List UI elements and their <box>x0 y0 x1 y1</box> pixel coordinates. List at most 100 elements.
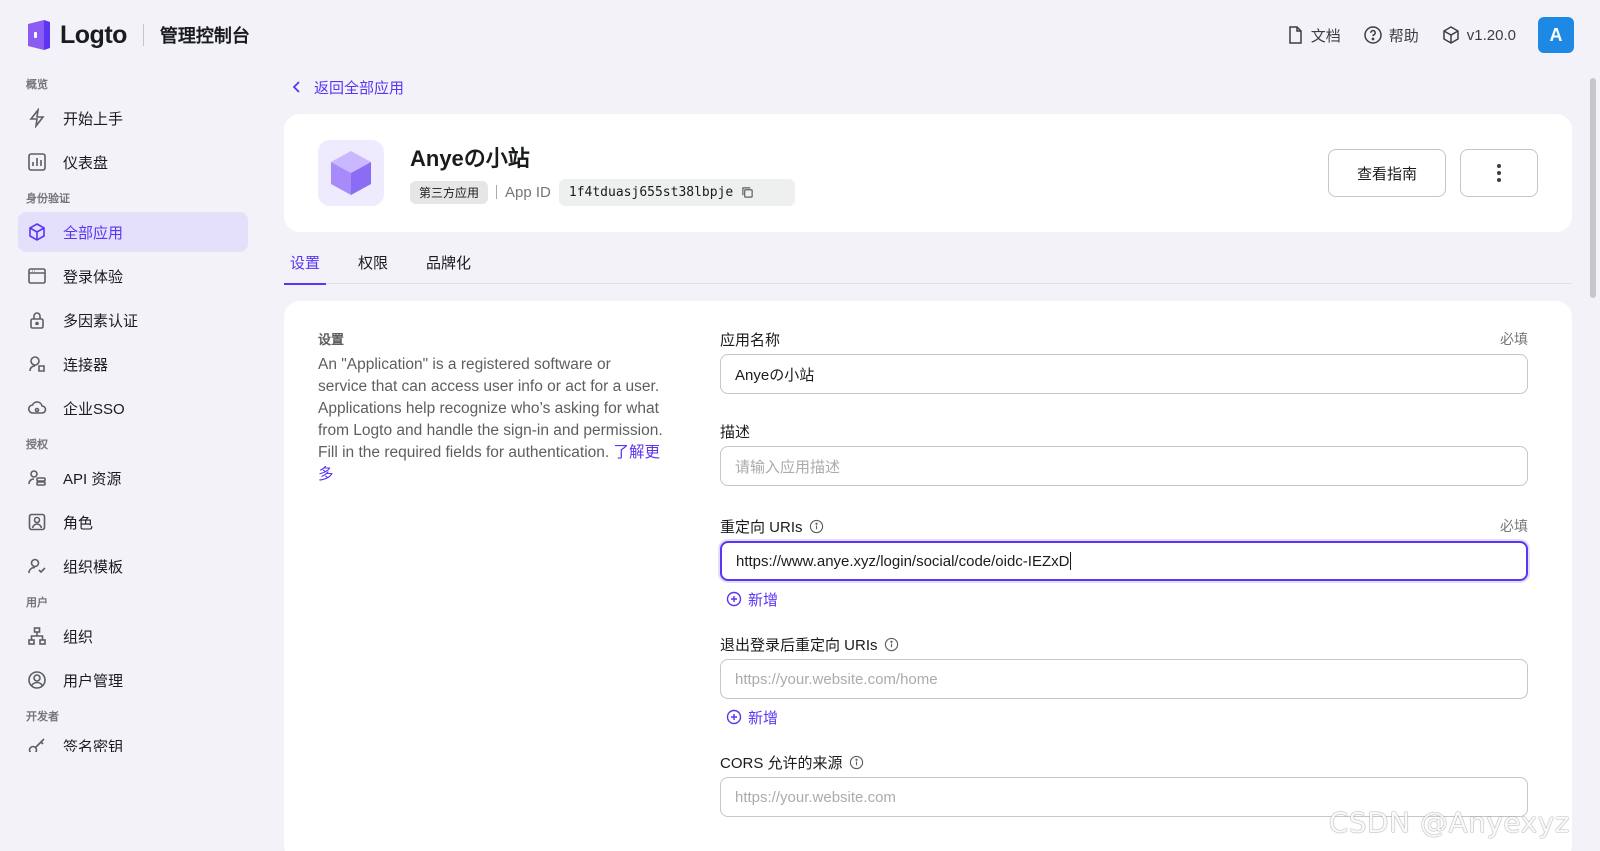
sidebar-item-label: 仪表盘 <box>63 154 109 172</box>
cors-placeholder: https://your.website.com <box>735 788 896 806</box>
post-logout-uri-placeholder: https://your.website.com/home <box>735 670 938 688</box>
add-post-logout-uri-button[interactable]: 新增 <box>720 707 1528 727</box>
plus-circle-icon <box>726 709 742 725</box>
info-icon[interactable] <box>809 519 824 534</box>
sidebar-group-authz: 授权 <box>26 439 48 451</box>
check-guide-button[interactable]: 查看指南 <box>1328 149 1446 197</box>
top-bar: Logto 管理控制台 文档 帮助 v1.20.0 A <box>0 0 1600 70</box>
app-name-input[interactable]: Anyeの小站 <box>720 354 1528 394</box>
logo[interactable]: Logto <box>26 20 127 50</box>
header-actions: 查看指南 <box>1328 149 1538 197</box>
lock-icon <box>30 312 44 329</box>
help-icon <box>1364 26 1382 44</box>
redirect-uris-field: 重定向 URIs 必填 https://www.anye.xyz/login/s… <box>720 516 1528 609</box>
user-template-icon <box>28 558 46 574</box>
docs-label: 文档 <box>1310 27 1341 45</box>
app-id-value: 1f4tduasj655st38lbpje <box>568 184 734 200</box>
sidebar-item-label: 全部应用 <box>63 224 124 242</box>
app-id-label: App ID <box>505 183 551 201</box>
sidebar-item-label: 登录体验 <box>63 268 124 286</box>
app-info: Anyeの小站 第三方应用 App ID 1f4tduasj655st38lbp… <box>410 141 795 206</box>
sidebar: 概览 开始上手 仪表盘 身份验证 全部应用 登录体验 多因素认证 连接器 企业S… <box>18 72 248 756</box>
sidebar-item-sign-in-experience[interactable]: 登录体验 <box>18 256 248 296</box>
logo-text: Logto <box>60 20 127 49</box>
required-label: 必填 <box>1500 518 1528 534</box>
sidebar-item-dashboard[interactable]: 仪表盘 <box>18 142 248 182</box>
post-logout-uris-field: 退出登录后重定向 URIs https://your.website.com/h… <box>720 634 1528 727</box>
sidebar-item-applications[interactable]: 全部应用 <box>18 212 248 252</box>
box-icon <box>29 223 45 241</box>
add-redirect-uri-button[interactable]: 新增 <box>720 589 1528 609</box>
third-party-tag: 第三方应用 <box>410 180 489 204</box>
tab-settings[interactable]: 设置 <box>284 244 327 285</box>
back-label: 返回全部应用 <box>314 79 405 97</box>
sidebar-item-roles[interactable]: 角色 <box>18 502 248 542</box>
api-icon <box>28 470 46 486</box>
sidebar-item-org-template[interactable]: 组织模板 <box>18 546 248 586</box>
settings-intro: 设置 An "Application" is a registered soft… <box>318 329 663 486</box>
sidebar-group-users: 用户 <box>26 597 48 609</box>
text-caret <box>1070 552 1072 570</box>
package-icon <box>1443 26 1459 44</box>
add-label: 新增 <box>748 591 779 609</box>
sidebar-item-label: 企业SSO <box>63 400 125 418</box>
settings-description-text: An "Application" is a registered softwar… <box>318 356 663 461</box>
key-icon <box>28 738 45 752</box>
add-label: 新增 <box>748 709 779 727</box>
sidebar-item-label: 连接器 <box>63 356 109 374</box>
required-label: 必填 <box>1500 331 1528 347</box>
help-link[interactable]: 帮助 <box>1363 25 1419 46</box>
more-options-button[interactable] <box>1460 149 1538 197</box>
sidebar-item-connectors[interactable]: 连接器 <box>18 344 248 384</box>
sidebar-item-signing-keys[interactable]: 签名密钥 <box>18 730 248 752</box>
sidebar-item-get-started[interactable]: 开始上手 <box>18 98 248 138</box>
avatar[interactable]: A <box>1538 17 1574 53</box>
copy-icon[interactable] <box>741 186 754 199</box>
sidebar-item-label: 用户管理 <box>63 672 124 690</box>
user-icon <box>28 671 46 689</box>
sidebar-item-label: API 资源 <box>63 470 122 488</box>
divider <box>496 185 498 199</box>
tab-branding[interactable]: 品牌化 <box>420 244 477 284</box>
app-meta: 第三方应用 App ID 1f4tduasj655st38lbpje <box>410 178 795 206</box>
settings-card: 设置 An "Application" is a registered soft… <box>284 301 1572 851</box>
tab-bar: 设置 权限 品牌化 <box>284 244 1572 285</box>
description-placeholder: 请输入应用描述 <box>735 458 841 476</box>
description-input[interactable]: 请输入应用描述 <box>720 446 1528 486</box>
redirect-uris-label-text: 重定向 URIs <box>720 518 803 536</box>
sidebar-item-label: 组织 <box>63 628 94 646</box>
sidebar-item-mfa[interactable]: 多因素认证 <box>18 300 248 340</box>
chart-icon <box>28 153 46 171</box>
more-vertical-icon <box>1497 164 1501 182</box>
cube-icon <box>331 151 371 195</box>
sidebar-group-developer: 开发者 <box>26 711 59 723</box>
sidebar-item-enterprise-sso[interactable]: 企业SSO <box>18 388 248 428</box>
description-field: 描述 请输入应用描述 <box>720 421 1528 486</box>
app-header-card: Anyeの小站 第三方应用 App ID 1f4tduasj655st38lbp… <box>284 114 1572 232</box>
sidebar-item-user-management[interactable]: 用户管理 <box>18 660 248 700</box>
cloud-icon <box>27 401 47 414</box>
top-actions: 文档 帮助 v1.20.0 A <box>1285 17 1574 53</box>
redirect-uri-value: https://www.anye.xyz/login/social/code/o… <box>736 552 1070 570</box>
version-link[interactable]: v1.20.0 <box>1441 25 1516 45</box>
info-icon[interactable] <box>849 755 864 770</box>
cors-label: CORS 允许的来源 <box>720 752 864 773</box>
help-label: 帮助 <box>1388 27 1419 45</box>
back-to-applications-link[interactable]: 返回全部应用 <box>284 72 1572 102</box>
chevron-left-icon <box>292 81 300 93</box>
docs-link[interactable]: 文档 <box>1285 25 1341 46</box>
scrollbar[interactable] <box>1590 78 1596 298</box>
post-logout-uri-input[interactable]: https://your.website.com/home <box>720 659 1528 699</box>
app-name-value: Anyeの小站 <box>735 366 815 384</box>
redirect-uri-input[interactable]: https://www.anye.xyz/login/social/code/o… <box>720 541 1528 581</box>
info-icon[interactable] <box>884 637 899 652</box>
window-icon <box>28 268 46 284</box>
redirect-uris-label: 重定向 URIs <box>720 516 824 537</box>
org-icon <box>28 627 46 645</box>
sidebar-item-api-resources[interactable]: API 资源 <box>18 458 248 498</box>
app-id-copy-box[interactable]: 1f4tduasj655st38lbpje <box>558 178 795 206</box>
description-label: 描述 <box>720 423 751 441</box>
sidebar-item-organizations[interactable]: 组织 <box>18 616 248 656</box>
divider <box>142 24 144 46</box>
tab-permissions[interactable]: 权限 <box>352 244 394 284</box>
